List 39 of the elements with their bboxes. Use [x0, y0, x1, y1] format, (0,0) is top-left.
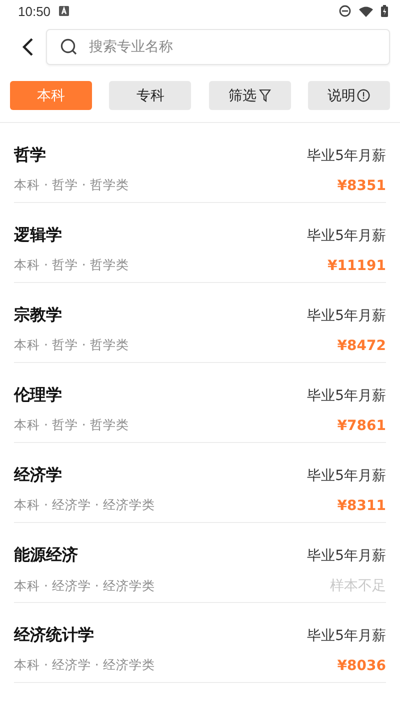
filter-button[interactable]: 筛选 [208, 81, 291, 110]
major-name: 经济学 [14, 465, 62, 486]
major-name: 能源经济 [14, 545, 78, 566]
major-name: 宗教学 [14, 305, 62, 326]
wifi-icon [359, 6, 373, 16]
do-not-disturb-icon [339, 5, 351, 17]
salary-value: ¥8311 [337, 498, 386, 514]
major-category: 本科 · 哲学 · 哲学类 [14, 177, 129, 194]
salary-value: ¥8036 [337, 658, 386, 674]
battery-icon [381, 5, 388, 17]
salary-label: 毕业5年月薪 [307, 226, 386, 244]
level-tab[interactable]: 专科 [109, 81, 192, 110]
salary-label: 毕业5年月薪 [307, 306, 386, 324]
info-icon [357, 89, 370, 102]
salary-label: 毕业5年月薪 [307, 626, 386, 644]
major-category: 本科 · 哲学 · 哲学类 [14, 337, 129, 354]
salary-value: ¥11191 [328, 258, 386, 274]
info-button[interactable]: 说明 [308, 81, 390, 110]
major-name: 逻辑学 [14, 225, 62, 246]
major-category: 本科 · 哲学 · 哲学类 [14, 417, 129, 434]
notification-icon [58, 6, 69, 16]
status-time: 10:50 [18, 4, 51, 18]
salary-value: ¥8351 [337, 178, 386, 194]
filter-icon [258, 89, 271, 102]
search-field[interactable]: 搜索专业名称 [46, 29, 390, 65]
back-icon[interactable] [20, 37, 36, 57]
salary-value: ¥8472 [337, 338, 386, 354]
salary-value: ¥7861 [337, 418, 386, 434]
salary-label: 毕业5年月薪 [307, 386, 386, 404]
salary-label: 毕业5年月薪 [307, 146, 386, 164]
major-category: 本科 · 哲学 · 哲学类 [14, 257, 129, 274]
major-name: 伦理学 [14, 385, 62, 406]
major-category: 本科 · 经济学 · 经济学类 [14, 657, 155, 674]
major-category: 本科 · 经济学 · 经济学类 [14, 578, 155, 594]
major-name: 哲学 [14, 145, 46, 166]
salary-label: 毕业5年月薪 [307, 546, 386, 564]
major-name: 经济统计学 [14, 625, 94, 646]
major-category: 本科 · 经济学 · 经济学类 [14, 497, 155, 514]
salary-label: 毕业5年月薪 [307, 466, 386, 484]
